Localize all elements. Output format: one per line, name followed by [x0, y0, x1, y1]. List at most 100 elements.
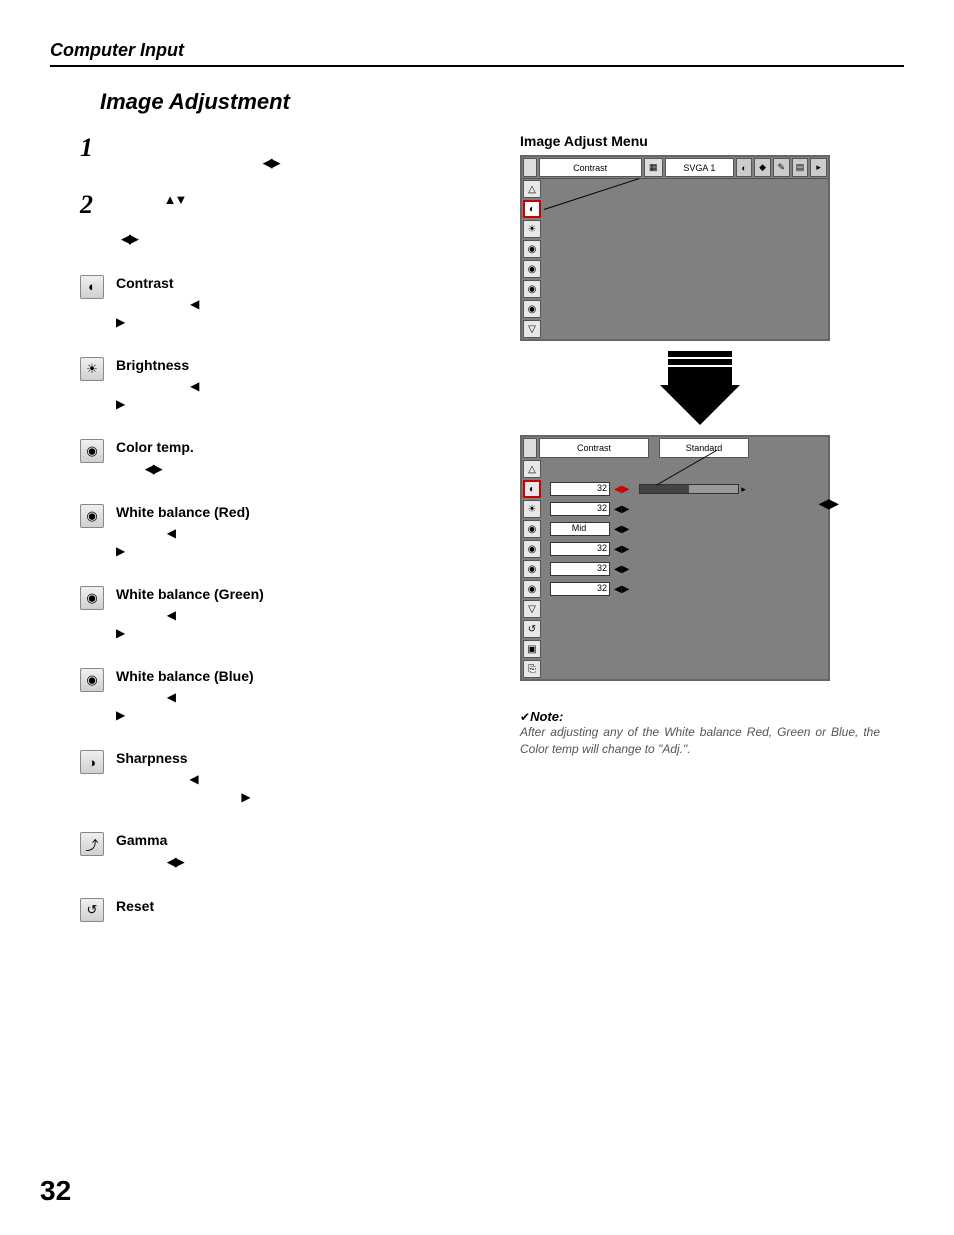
item-label: White balance (Red): [116, 504, 480, 520]
image-adjust-menu-expanded[interactable]: Contrast Standard △ ◐ 32 ◀▶ ▸ ☀ 32: [520, 435, 830, 681]
wb-green-icon[interactable]: ◉: [523, 560, 541, 578]
item-desc: desc line one ◀ more ▶: [116, 377, 480, 413]
scroll-up-icon[interactable]: △: [523, 460, 541, 478]
value-cell: Mid: [550, 522, 610, 536]
right-arrows-hint: ◀▶: [818, 495, 838, 513]
left-arrow-icon: ◀: [190, 297, 199, 311]
adjust-row-brightness[interactable]: ☀ 32 ◀▶: [522, 499, 828, 519]
extra-row-3[interactable]: ⎘: [522, 659, 828, 679]
right-column: Image Adjust Menu Contrast ▦ SVGA 1 ◐ ◆ …: [520, 133, 880, 922]
check-icon: ✔: [520, 710, 530, 724]
menu-top-icon-2[interactable]: ◆: [754, 158, 771, 177]
color-temp-icon: ◉: [80, 439, 104, 463]
content-columns: 1 spacer text line for layout purposes o…: [50, 133, 904, 922]
adjust-arrows-icon[interactable]: ◀▶: [614, 484, 629, 495]
menu2-corner: [523, 438, 537, 458]
store-icon[interactable]: ▣: [523, 640, 541, 658]
menu-top-icon-5[interactable]: ▸: [810, 158, 827, 177]
item-desc: desc line ◀ more ▶: [116, 524, 480, 560]
sidebar-wb-red-icon[interactable]: ◉: [523, 260, 541, 278]
brightness-icon[interactable]: ☀: [523, 500, 541, 518]
menu-header-label: Contrast: [539, 158, 642, 177]
sidebar-brightness-icon[interactable]: ☀: [523, 220, 541, 238]
adjust-row-contrast[interactable]: ◐ 32 ◀▶ ▸: [522, 479, 828, 499]
adjust-arrows-icon[interactable]: ◀▶: [614, 564, 629, 575]
scroll-up-icon[interactable]: △: [523, 180, 541, 198]
wb-green-icon: ◉: [80, 586, 104, 610]
sidebar-wb-blue-icon[interactable]: ◉: [523, 300, 541, 318]
left-right-arrow-icon: ◀▶: [818, 495, 838, 511]
wb-red-icon: ◉: [80, 504, 104, 528]
brightness-icon: ☀: [80, 357, 104, 381]
menu-top-icon-1[interactable]: ◐: [736, 158, 753, 177]
slider[interactable]: [639, 484, 739, 494]
item-brightness: ☀ Brightness desc line one ◀ more ▶: [80, 357, 480, 413]
adjust-row-wb-red[interactable]: ◉ 32 ◀▶: [522, 539, 828, 559]
step-number-1: 1: [80, 133, 93, 163]
menu-top-icon-3[interactable]: ✎: [773, 158, 790, 177]
item-desc: desc line ◀ more ▶: [116, 606, 480, 642]
item-reset: ↺ Reset: [80, 898, 480, 922]
item-label: Contrast: [116, 275, 480, 291]
step-number-2: 2: [80, 190, 93, 220]
reset-icon: ↺: [80, 898, 104, 922]
sidebar-colortemp-icon[interactable]: ◉: [523, 240, 541, 258]
left-arrow-icon: ◀: [190, 379, 199, 393]
menu-header-icon[interactable]: ▦: [644, 158, 664, 177]
menu-header: Contrast ▦ SVGA 1 ◐ ◆ ✎ ▤ ▸: [522, 157, 828, 179]
scroll-down-icon[interactable]: ▽: [523, 320, 541, 338]
step-1: 1 spacer text line for layout purposes o…: [80, 133, 480, 172]
value-cell: 32: [550, 582, 610, 596]
scroll-down-icon[interactable]: ▽: [523, 600, 541, 618]
item-label: White balance (Green): [116, 586, 480, 602]
extra-row-1[interactable]: ↺: [522, 619, 828, 639]
step-2-body: spacer ▲▼ spacer line ◀▶: [121, 190, 480, 249]
menu2-header: Contrast Standard: [522, 437, 828, 459]
menu-top-icon-4[interactable]: ▤: [792, 158, 809, 177]
item-desc: desc line ◀▶: [116, 852, 480, 872]
step-2: 2 spacer ▲▼ spacer line ◀▶: [80, 190, 480, 249]
left-arrow-icon: ◀: [167, 608, 176, 622]
menu-sidebar: △ ◐ ☀ ◉ ◉ ◉ ◉ ▽: [522, 179, 542, 339]
header-rule: [50, 65, 904, 67]
extra-row-2[interactable]: ▣: [522, 639, 828, 659]
adjust-arrows-icon[interactable]: ◀▶: [614, 524, 629, 535]
wb-blue-icon[interactable]: ◉: [523, 580, 541, 598]
section-header: Computer Input: [50, 40, 904, 61]
scroll-up-row[interactable]: △: [522, 459, 828, 479]
wb-red-icon[interactable]: ◉: [523, 540, 541, 558]
item-desc: desc line text ◀ more text here and seco…: [116, 770, 480, 806]
item-label: Brightness: [116, 357, 480, 373]
adjust-row-colortemp[interactable]: ◉ Mid ◀▶: [522, 519, 828, 539]
scroll-down-row[interactable]: ▽: [522, 599, 828, 619]
colortemp-icon[interactable]: ◉: [523, 520, 541, 538]
image-adjust-menu-top[interactable]: Contrast ▦ SVGA 1 ◐ ◆ ✎ ▤ ▸ △ ◐ ☀ ◉ ◉: [520, 155, 830, 341]
quit-icon[interactable]: ⎘: [523, 660, 541, 678]
adjust-row-wb-green[interactable]: ◉ 32 ◀▶: [522, 559, 828, 579]
menu-main-area: [542, 179, 828, 339]
wb-blue-icon: ◉: [80, 668, 104, 692]
right-arrow-icon: ▶: [116, 315, 125, 329]
value-cell: 32: [550, 562, 610, 576]
adjust-arrows-icon[interactable]: ◀▶: [614, 544, 629, 555]
adjust-arrows-icon[interactable]: ◀▶: [614, 584, 629, 595]
reset-icon[interactable]: ↺: [523, 620, 541, 638]
item-label: Gamma: [116, 832, 480, 848]
item-sharpness: ◑ Sharpness desc line text ◀ more text h…: [80, 750, 480, 806]
menu-body: △ ◐ ☀ ◉ ◉ ◉ ◉ ▽: [522, 179, 828, 339]
note-body: After adjusting any of the White balance…: [520, 724, 880, 758]
sidebar-wb-green-icon[interactable]: ◉: [523, 280, 541, 298]
adjust-arrows-icon[interactable]: ◀▶: [614, 504, 629, 515]
contrast-icon[interactable]: ◐: [523, 480, 541, 498]
down-arrow-graphic: [660, 351, 740, 425]
callout-line: [544, 178, 639, 210]
left-right-arrow-icon: ◀▶: [121, 231, 137, 246]
adjust-row-wb-blue[interactable]: ◉ 32 ◀▶: [522, 579, 828, 599]
left-arrow-icon: ◀: [167, 690, 176, 704]
right-arrow-icon: ▶: [116, 708, 125, 722]
item-label: White balance (Blue): [116, 668, 480, 684]
sidebar-contrast-icon[interactable]: ◐: [523, 200, 541, 218]
item-wb-green: ◉ White balance (Green) desc line ◀ more…: [80, 586, 480, 642]
gamma-icon: ⤴: [80, 832, 104, 856]
contrast-icon: ◐: [80, 275, 104, 299]
